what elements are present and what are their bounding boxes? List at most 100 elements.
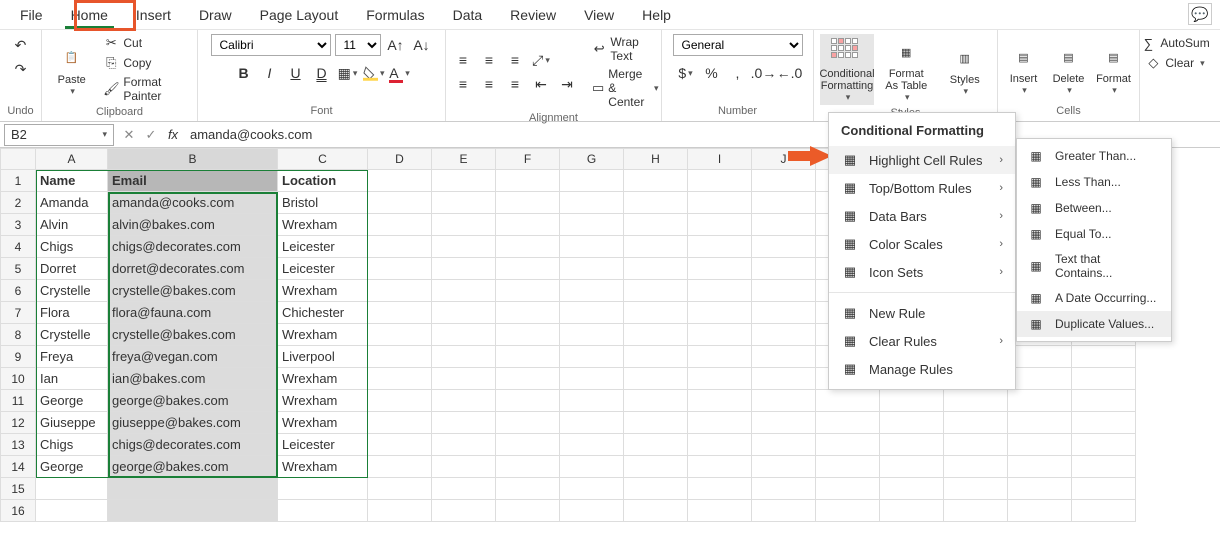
cell-E13[interactable]	[432, 434, 496, 456]
cell-I15[interactable]	[688, 478, 752, 500]
cell-G2[interactable]	[560, 192, 624, 214]
cell-A8[interactable]: Crystelle	[36, 324, 108, 346]
cell-O12[interactable]	[1072, 412, 1136, 434]
cell-A14[interactable]: George	[36, 456, 108, 478]
cell-A11[interactable]: George	[36, 390, 108, 412]
row-header-8[interactable]: 8	[0, 324, 36, 346]
tab-file[interactable]: File	[6, 3, 57, 29]
wrap-text-button[interactable]: ↩Wrap Text	[590, 34, 661, 64]
row-header-16[interactable]: 16	[0, 500, 36, 522]
cell-D1[interactable]	[368, 170, 432, 192]
cell-I5[interactable]	[688, 258, 752, 280]
cell-F2[interactable]	[496, 192, 560, 214]
cell-G5[interactable]	[560, 258, 624, 280]
cell-G10[interactable]	[560, 368, 624, 390]
cell-K13[interactable]	[816, 434, 880, 456]
cell-F6[interactable]	[496, 280, 560, 302]
cell-I16[interactable]	[688, 500, 752, 522]
cell-M16[interactable]	[944, 500, 1008, 522]
cell-G8[interactable]	[560, 324, 624, 346]
tab-home[interactable]: Home	[57, 3, 122, 29]
cell-O16[interactable]	[1072, 500, 1136, 522]
row-header-10[interactable]: 10	[0, 368, 36, 390]
cell-B15[interactable]	[108, 478, 278, 500]
cell-F15[interactable]	[496, 478, 560, 500]
tab-review[interactable]: Review	[496, 3, 570, 29]
cell-I8[interactable]	[688, 324, 752, 346]
fill-color-button[interactable]: ▾	[363, 62, 385, 84]
cell-B1[interactable]: Email	[108, 170, 278, 192]
cell-E2[interactable]	[432, 192, 496, 214]
cell-J2[interactable]	[752, 192, 816, 214]
menu-item-manage-rules[interactable]: ▦Manage Rules	[829, 355, 1015, 383]
align-right-button[interactable]: ≡	[504, 73, 526, 95]
cell-H12[interactable]	[624, 412, 688, 434]
cell-C9[interactable]: Liverpool	[278, 346, 368, 368]
cell-J8[interactable]	[752, 324, 816, 346]
cell-B12[interactable]: giuseppe@bakes.com	[108, 412, 278, 434]
cell-H3[interactable]	[624, 214, 688, 236]
cell-N10[interactable]	[1008, 368, 1072, 390]
cell-G9[interactable]	[560, 346, 624, 368]
cell-B3[interactable]: alvin@bakes.com	[108, 214, 278, 236]
cell-D8[interactable]	[368, 324, 432, 346]
orientation-button[interactable]: ⤢▾	[530, 49, 552, 71]
submenu-item-duplicate-values[interactable]: ▦Duplicate Values...	[1017, 311, 1171, 337]
cell-N14[interactable]	[1008, 456, 1072, 478]
cell-C3[interactable]: Wrexham	[278, 214, 368, 236]
comma-button[interactable]: ,	[727, 62, 749, 84]
cell-A7[interactable]: Flora	[36, 302, 108, 324]
menu-item-new-rule[interactable]: ▦New Rule	[829, 299, 1015, 327]
cell-B4[interactable]: chigs@decorates.com	[108, 236, 278, 258]
cell-G6[interactable]	[560, 280, 624, 302]
cell-D9[interactable]	[368, 346, 432, 368]
merge-center-button[interactable]: ▭Merge & Center▾	[590, 66, 661, 110]
bold-button[interactable]: B	[233, 62, 255, 84]
cell-J10[interactable]	[752, 368, 816, 390]
cell-F5[interactable]	[496, 258, 560, 280]
tab-insert[interactable]: Insert	[122, 3, 185, 29]
submenu-item-greater-than[interactable]: ▦Greater Than...	[1017, 143, 1171, 169]
tab-page-layout[interactable]: Page Layout	[246, 3, 353, 29]
cell-C12[interactable]: Wrexham	[278, 412, 368, 434]
cell-H1[interactable]	[624, 170, 688, 192]
cell-A1[interactable]: Name	[36, 170, 108, 192]
cell-I4[interactable]	[688, 236, 752, 258]
cell-J13[interactable]	[752, 434, 816, 456]
cell-A9[interactable]: Freya	[36, 346, 108, 368]
cell-E6[interactable]	[432, 280, 496, 302]
cell-K11[interactable]	[816, 390, 880, 412]
align-left-button[interactable]: ≡	[452, 73, 474, 95]
copy-button[interactable]: ⎘Copy	[101, 54, 191, 72]
cell-F3[interactable]	[496, 214, 560, 236]
cell-I12[interactable]	[688, 412, 752, 434]
cell-A13[interactable]: Chigs	[36, 434, 108, 456]
cell-A16[interactable]	[36, 500, 108, 522]
cell-M15[interactable]	[944, 478, 1008, 500]
cell-H14[interactable]	[624, 456, 688, 478]
fx-icon[interactable]: fx	[162, 127, 184, 142]
row-header-1[interactable]: 1	[0, 170, 36, 192]
cell-E4[interactable]	[432, 236, 496, 258]
decrease-decimal-button[interactable]: ←.0	[779, 62, 801, 84]
row-header-9[interactable]: 9	[0, 346, 36, 368]
col-header-G[interactable]: G	[560, 148, 624, 170]
cell-F1[interactable]	[496, 170, 560, 192]
clear-button[interactable]: ◇Clear▾	[1143, 54, 1206, 72]
undo-button[interactable]: ↶	[10, 34, 32, 56]
cell-O9[interactable]	[1072, 346, 1136, 368]
cell-H7[interactable]	[624, 302, 688, 324]
cell-D12[interactable]	[368, 412, 432, 434]
cell-A15[interactable]	[36, 478, 108, 500]
menu-item-top-bottom-rules[interactable]: ▦Top/Bottom Rules›	[829, 174, 1015, 202]
cell-F7[interactable]	[496, 302, 560, 324]
cell-D14[interactable]	[368, 456, 432, 478]
menu-item-icon-sets[interactable]: ▦Icon Sets›	[829, 258, 1015, 286]
row-header-3[interactable]: 3	[0, 214, 36, 236]
cell-J12[interactable]	[752, 412, 816, 434]
col-header-F[interactable]: F	[496, 148, 560, 170]
cell-C10[interactable]: Wrexham	[278, 368, 368, 390]
cell-G4[interactable]	[560, 236, 624, 258]
increase-decimal-button[interactable]: .0→	[753, 62, 775, 84]
cell-O15[interactable]	[1072, 478, 1136, 500]
